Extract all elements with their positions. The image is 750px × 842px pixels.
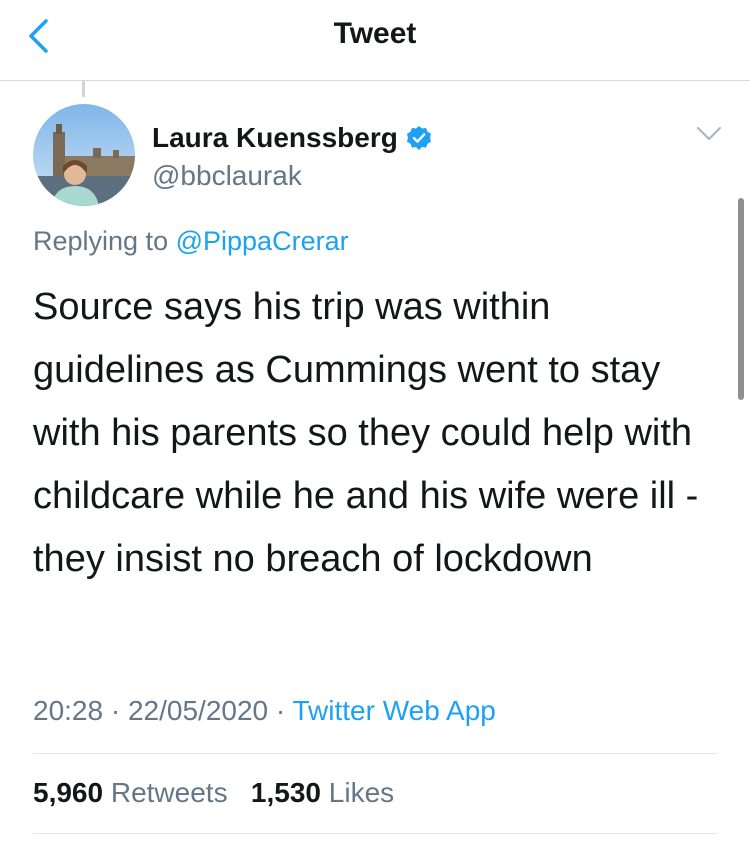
author-handle[interactable]: @bbclaurak: [152, 160, 302, 192]
author-name[interactable]: Laura Kuenssberg: [152, 122, 398, 154]
author-row: Laura Kuenssberg: [152, 122, 432, 154]
likes-label: Likes: [328, 777, 395, 808]
tweet-stats: 5,960 Retweets 1,530 Likes: [33, 777, 394, 809]
replying-to: Replying to @PippaCrerar: [33, 226, 349, 257]
tweet-meta: 20:28 · 22/05/2020 · Twitter Web App: [33, 695, 496, 727]
nav-bar: Tweet: [0, 0, 750, 81]
tweet-source[interactable]: Twitter Web App: [293, 695, 496, 726]
chevron-down-icon[interactable]: [696, 125, 722, 143]
likes-stat[interactable]: 1,530 Likes: [251, 777, 394, 808]
tweet-date: 22/05/2020: [127, 695, 269, 726]
tweet-text: Source says his trip was within guidelin…: [33, 286, 699, 580]
thread-connector-line: [82, 81, 85, 97]
verified-badge-icon: [406, 126, 431, 150]
likes-count: 1,530: [250, 777, 321, 808]
divider: [33, 753, 717, 754]
retweets-count: 5,960: [33, 777, 104, 808]
replying-to-mention[interactable]: @PippaCrerar: [176, 226, 349, 256]
tweet-time: 20:28: [33, 695, 104, 726]
meta-separator: ·: [275, 695, 286, 726]
retweets-label: Retweets: [110, 777, 228, 808]
page-title: Tweet: [333, 17, 417, 50]
scrollbar[interactable]: [738, 198, 744, 400]
retweets-stat[interactable]: 5,960 Retweets: [33, 777, 235, 808]
avatar[interactable]: [33, 104, 135, 206]
replying-to-label: Replying to: [33, 226, 169, 256]
divider: [33, 833, 717, 834]
meta-separator: ·: [110, 695, 121, 726]
